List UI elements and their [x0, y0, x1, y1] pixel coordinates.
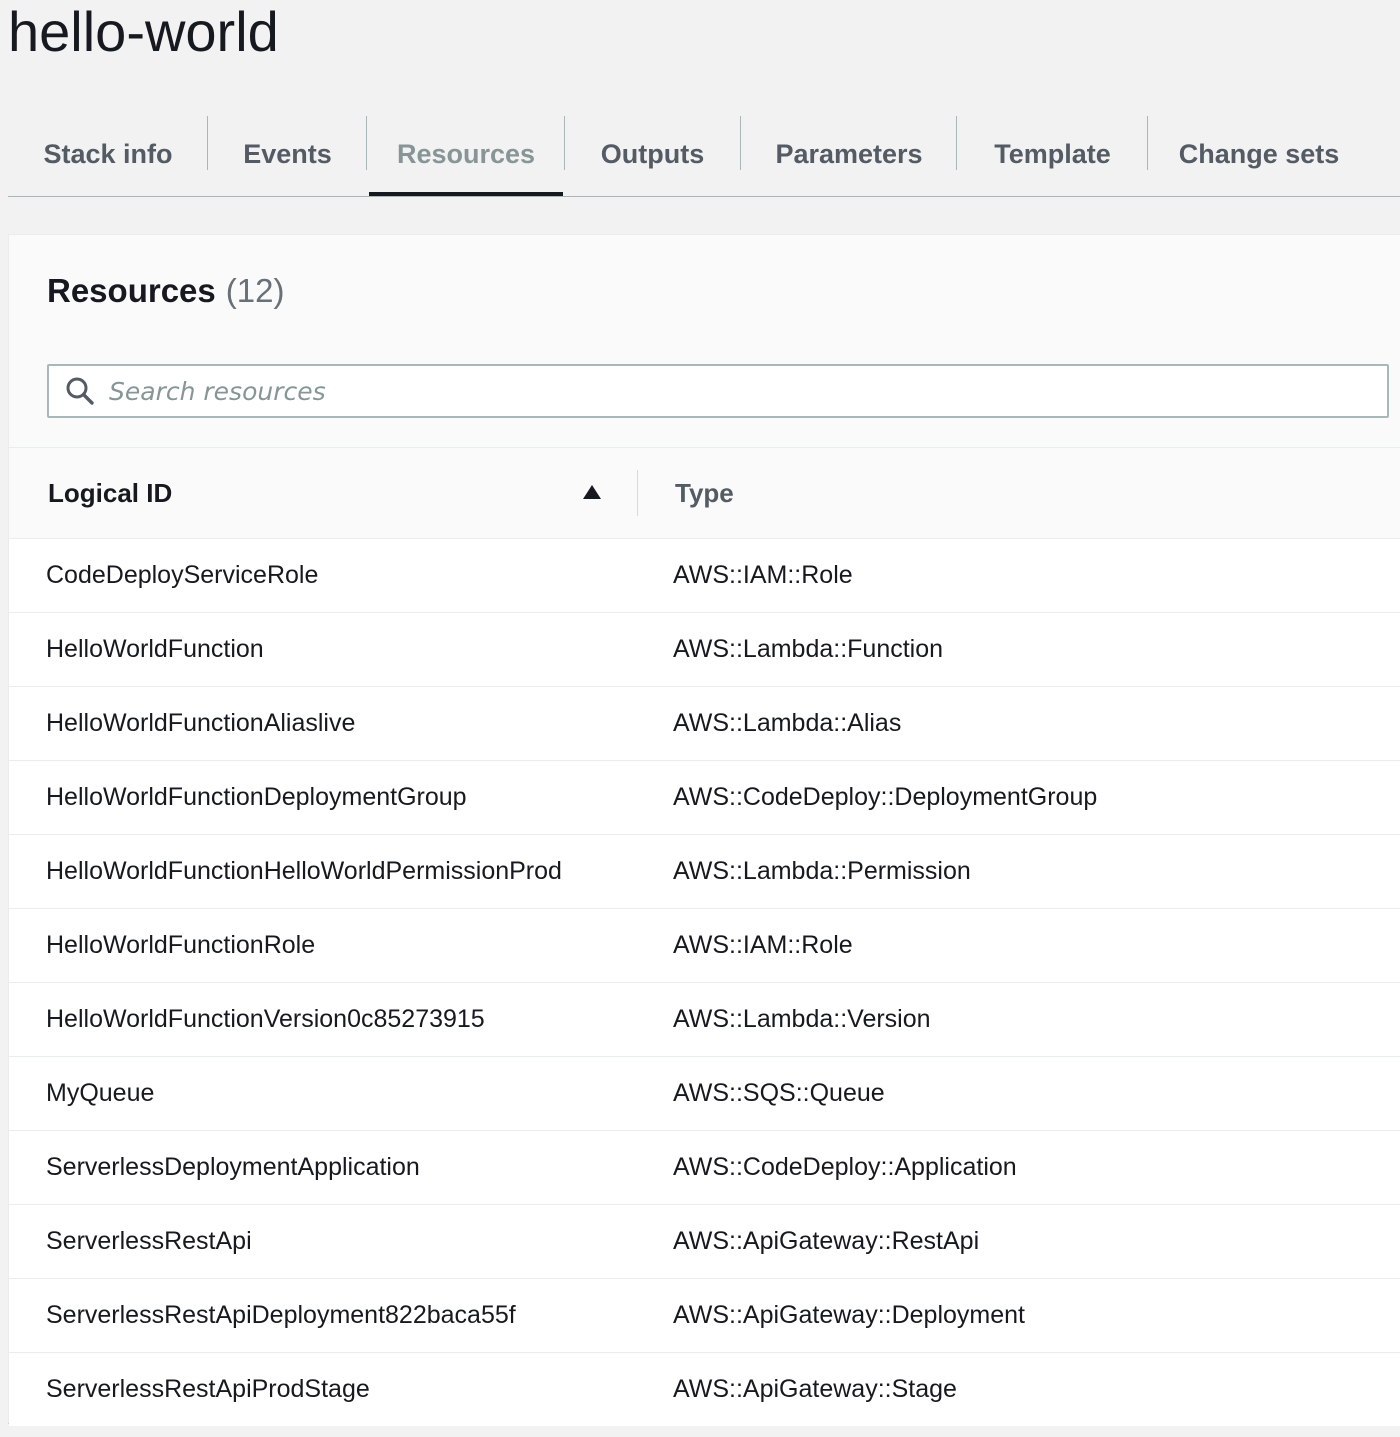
- resources-panel: Resources(12) Logical ID Type CodeDeploy…: [8, 234, 1400, 1426]
- type-cell: AWS::Lambda::Function: [673, 635, 944, 663]
- table-row: HelloWorldFunctionAliaslive AWS::Lambda:…: [9, 687, 1400, 761]
- search-input[interactable]: [109, 366, 1369, 416]
- logical-id-cell: ServerlessRestApi: [46, 1227, 252, 1255]
- search-box[interactable]: [47, 364, 1389, 418]
- sort-ascending-icon[interactable]: [581, 483, 603, 501]
- logical-id-cell: ServerlessDeploymentApplication: [46, 1153, 420, 1181]
- tab-stack-info[interactable]: Stack info: [8, 112, 208, 196]
- column-header-logical-id[interactable]: Logical ID: [48, 448, 172, 538]
- tab-events[interactable]: Events: [208, 112, 367, 196]
- logical-id-cell: HelloWorldFunctionHelloWorldPermissionPr…: [46, 857, 562, 885]
- logical-id-cell: CodeDeployServiceRole: [46, 561, 319, 589]
- table-header: Logical ID Type: [9, 448, 1400, 539]
- search-icon: [66, 377, 94, 405]
- resources-panel-header: Resources (12): [9, 235, 1400, 448]
- table-row: CodeDeployServiceRole AWS::IAM::Role: [9, 539, 1400, 613]
- logical-id-cell: ServerlessRestApiDeployment822baca55f: [46, 1301, 516, 1329]
- tab-bar: Stack info Events Resources Outputs Para…: [8, 112, 1400, 197]
- resources-table-body: CodeDeployServiceRole AWS::IAM::Role Hel…: [9, 539, 1400, 1426]
- resources-heading: Resources (12): [47, 269, 284, 313]
- tab-change-sets[interactable]: Change sets: [1148, 112, 1370, 196]
- type-cell: AWS::CodeDeploy::DeploymentGroup: [673, 783, 1098, 811]
- table-row: ServerlessRestApi AWS::ApiGateway::RestA…: [9, 1205, 1400, 1279]
- table-row: HelloWorldFunctionVersion0c85273915 AWS:…: [9, 983, 1400, 1057]
- tab-resources[interactable]: Resources: [369, 112, 563, 196]
- tab-parameters[interactable]: Parameters: [741, 112, 957, 196]
- logical-id-cell: HelloWorldFunctionDeploymentGroup: [46, 783, 467, 811]
- page-title: hello-world: [8, 0, 279, 63]
- logical-id-cell: HelloWorldFunctionRole: [46, 931, 316, 959]
- tab-divider: [366, 116, 367, 170]
- table-row: HelloWorldFunctionHelloWorldPermissionPr…: [9, 835, 1400, 909]
- resources-title: Resources: [47, 272, 216, 309]
- type-cell: AWS::ApiGateway::Deployment: [673, 1301, 1025, 1329]
- logical-id-cell: HelloWorldFunction: [46, 635, 264, 663]
- type-cell: AWS::ApiGateway::RestApi: [673, 1227, 980, 1255]
- logical-id-cell: MyQueue: [46, 1079, 155, 1107]
- resources-count: (12): [225, 272, 285, 309]
- table-row: ServerlessRestApiDeployment822baca55f AW…: [9, 1279, 1400, 1353]
- table-row: HelloWorldFunctionDeploymentGroup AWS::C…: [9, 761, 1400, 835]
- tab-template[interactable]: Template: [957, 112, 1148, 196]
- column-divider[interactable]: [637, 470, 638, 516]
- type-cell: AWS::Lambda::Permission: [673, 857, 971, 885]
- table-row: MyQueue AWS::SQS::Queue: [9, 1057, 1400, 1131]
- type-cell: AWS::IAM::Role: [673, 931, 853, 959]
- table-row: HelloWorldFunction AWS::Lambda::Function: [9, 613, 1400, 687]
- table-row: HelloWorldFunctionRole AWS::IAM::Role: [9, 909, 1400, 983]
- type-cell: AWS::SQS::Queue: [673, 1079, 885, 1107]
- logical-id-cell: HelloWorldFunctionVersion0c85273915: [46, 1005, 485, 1033]
- type-cell: AWS::ApiGateway::Stage: [673, 1375, 957, 1403]
- type-cell: AWS::IAM::Role: [673, 561, 853, 589]
- type-cell: AWS::CodeDeploy::Application: [673, 1153, 1017, 1181]
- column-header-type[interactable]: Type: [675, 448, 734, 538]
- table-row: ServerlessDeploymentApplication AWS::Cod…: [9, 1131, 1400, 1205]
- logical-id-cell: ServerlessRestApiProdStage: [46, 1375, 370, 1403]
- type-cell: AWS::Lambda::Version: [673, 1005, 931, 1033]
- type-cell: AWS::Lambda::Alias: [673, 709, 902, 737]
- logical-id-cell: HelloWorldFunctionAliaslive: [46, 709, 356, 737]
- table-row: ServerlessRestApiProdStage AWS::ApiGatew…: [9, 1353, 1400, 1426]
- tab-outputs[interactable]: Outputs: [564, 112, 741, 196]
